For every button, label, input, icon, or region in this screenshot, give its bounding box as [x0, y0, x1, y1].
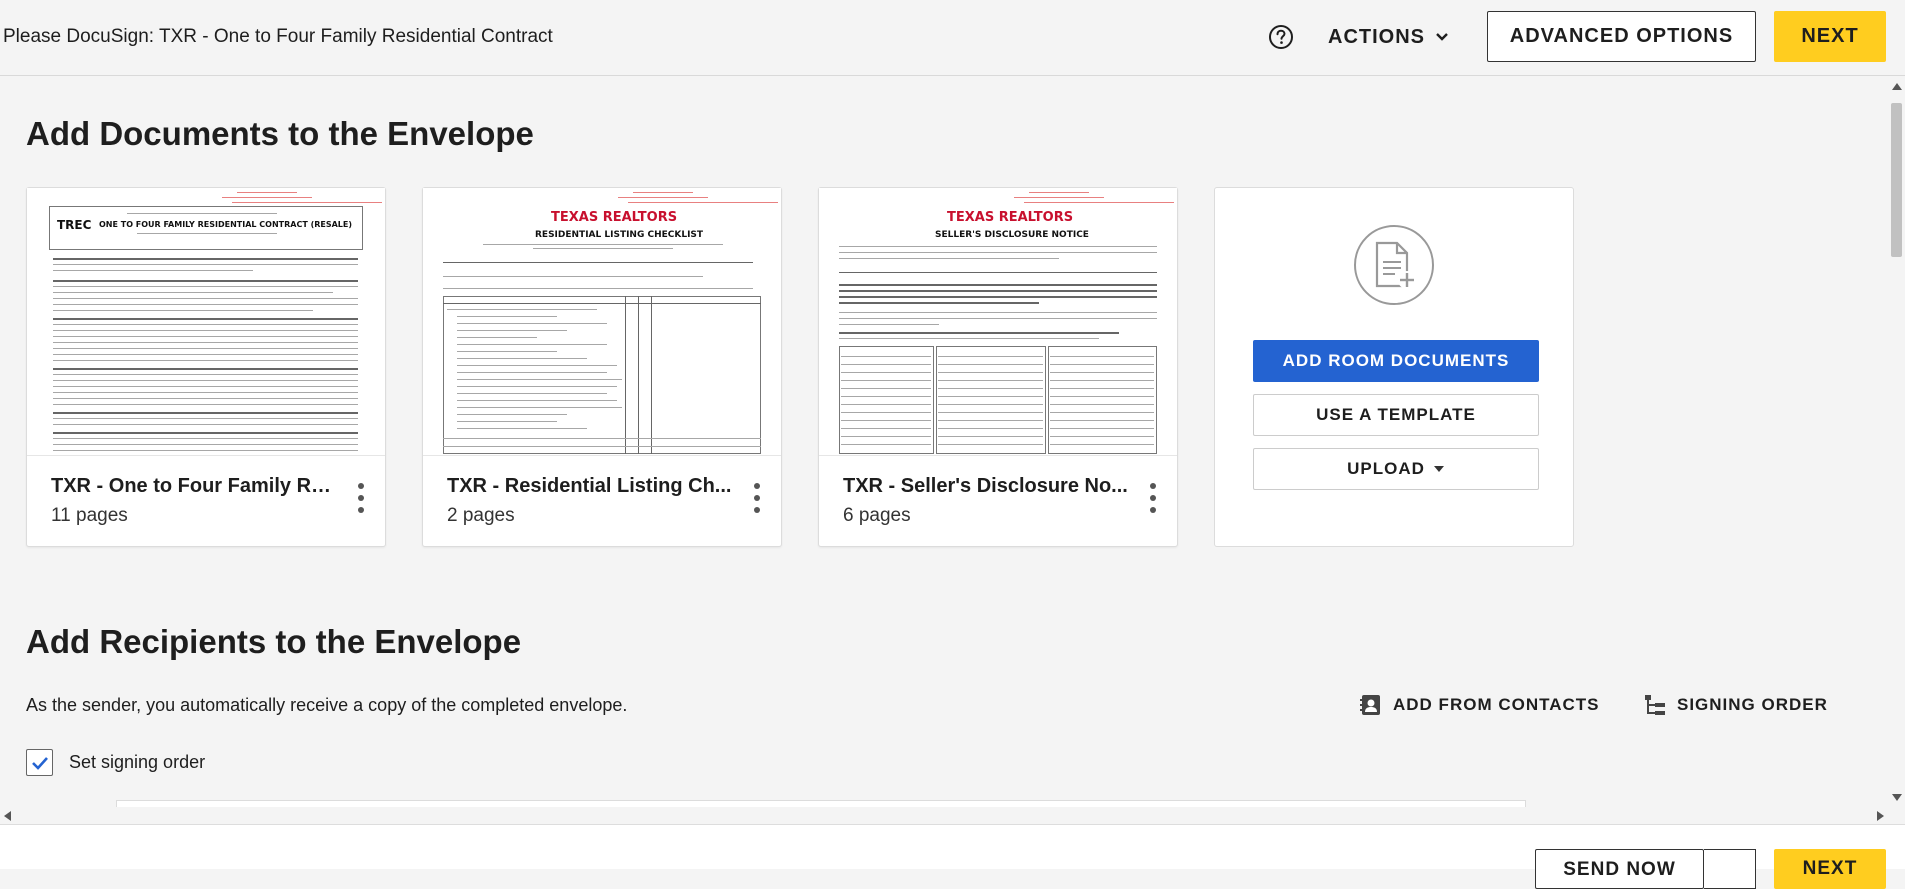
add-from-contacts-button[interactable]: ADD FROM CONTACTS [1359, 693, 1600, 717]
scrollbar-thumb[interactable] [1891, 103, 1902, 257]
more-options-icon[interactable] [1149, 483, 1157, 513]
scroll-up-icon[interactable] [1892, 83, 1902, 90]
send-options-dropdown[interactable] [1704, 849, 1756, 889]
vertical-scrollbar[interactable] [1888, 77, 1905, 807]
scroll-left-icon[interactable] [4, 811, 11, 821]
recipients-heading: Add Recipients to the Envelope [26, 623, 522, 660]
document-name: TXR - Seller's Disclosure No... [843, 475, 1128, 497]
thumb-title: RESIDENTIAL LISTING CHECKLIST [535, 230, 704, 240]
recipient-card [116, 800, 1526, 807]
document-thumbnail: TEXAS REALTORS RESIDENTIAL LISTING CHECK… [423, 188, 781, 456]
document-card[interactable]: TEXAS REALTORS RESIDENTIAL LISTING CHECK… [422, 187, 782, 547]
top-header: Please DocuSign: TXR - One to Four Famil… [0, 0, 1905, 76]
document-name: TXR - One to Four Family Re... [51, 475, 336, 497]
document-page-count: 6 pages [843, 505, 911, 526]
scroll-right-icon[interactable] [1877, 811, 1884, 821]
document-name: TXR - Residential Listing Ch... [447, 475, 732, 497]
footer-bar: SEND NOW NEXT [0, 824, 1905, 889]
signing-order-icon [1645, 695, 1665, 715]
thumb-title: SELLER'S DISCLOSURE NOTICE [935, 230, 1089, 240]
thumb-logo: TEXAS REALTORS [551, 210, 678, 225]
set-signing-order-row: Set signing order [26, 749, 205, 776]
add-document-icon [1354, 225, 1434, 305]
document-page-count: 2 pages [447, 505, 515, 526]
thumb-logo: TEXAS REALTORS [947, 210, 1074, 225]
more-options-icon[interactable] [753, 483, 761, 513]
actions-label: ACTIONS [1328, 25, 1425, 48]
signing-order-label: SIGNING ORDER [1677, 695, 1828, 714]
document-thumbnail: TREC ONE TO FOUR FAMILY RESIDENTIAL CONT… [27, 188, 385, 456]
documents-heading: Add Documents to the Envelope [26, 115, 534, 152]
upload-label: UPLOAD [1347, 459, 1425, 478]
horizontal-scrollbar[interactable] [0, 807, 1888, 824]
thumb-title: ONE TO FOUR FAMILY RESIDENTIAL CONTRACT … [99, 220, 353, 229]
document-card[interactable]: TREC ONE TO FOUR FAMILY RESIDENTIAL CONT… [26, 187, 386, 547]
upload-button[interactable]: UPLOAD [1253, 448, 1539, 490]
document-card[interactable]: TEXAS REALTORS SELLER'S DISCLOSURE NOTIC… [818, 187, 1178, 547]
actions-menu[interactable]: ACTIONS [1328, 24, 1449, 50]
thumb-logo: TREC [57, 218, 92, 232]
next-button[interactable]: NEXT [1774, 11, 1886, 62]
document-thumbnail: TEXAS REALTORS SELLER'S DISCLOSURE NOTIC… [819, 188, 1177, 456]
document-page-count: 11 pages [51, 505, 128, 526]
footer-next-button[interactable]: NEXT [1774, 849, 1886, 889]
advanced-options-button[interactable]: ADVANCED OPTIONS [1487, 11, 1756, 62]
question-circle-icon[interactable] [1268, 24, 1294, 50]
send-now-button[interactable]: SEND NOW [1535, 849, 1704, 889]
checkmark-icon [31, 756, 48, 770]
set-signing-order-checkbox[interactable] [26, 749, 53, 776]
envelope-title: Please DocuSign: TXR - One to Four Famil… [3, 26, 553, 47]
add-room-documents-button[interactable]: ADD ROOM DOCUMENTS [1253, 340, 1539, 382]
add-documents-card: ADD ROOM DOCUMENTS USE A TEMPLATE UPLOAD [1214, 187, 1574, 547]
contacts-icon [1360, 695, 1380, 715]
caret-down-icon [1433, 466, 1444, 472]
set-signing-order-label: Set signing order [69, 752, 206, 772]
add-from-contacts-label: ADD FROM CONTACTS [1393, 695, 1600, 714]
chevron-down-icon [1436, 33, 1448, 41]
use-template-button[interactable]: USE A TEMPLATE [1253, 394, 1539, 436]
more-options-icon[interactable] [357, 483, 365, 513]
sender-copy-note: As the sender, you automatically receive… [26, 695, 628, 715]
signing-order-button[interactable]: SIGNING ORDER [1643, 693, 1828, 717]
main-content: Add Documents to the Envelope TREC ONE T… [0, 77, 1888, 807]
scroll-down-icon[interactable] [1892, 794, 1902, 801]
